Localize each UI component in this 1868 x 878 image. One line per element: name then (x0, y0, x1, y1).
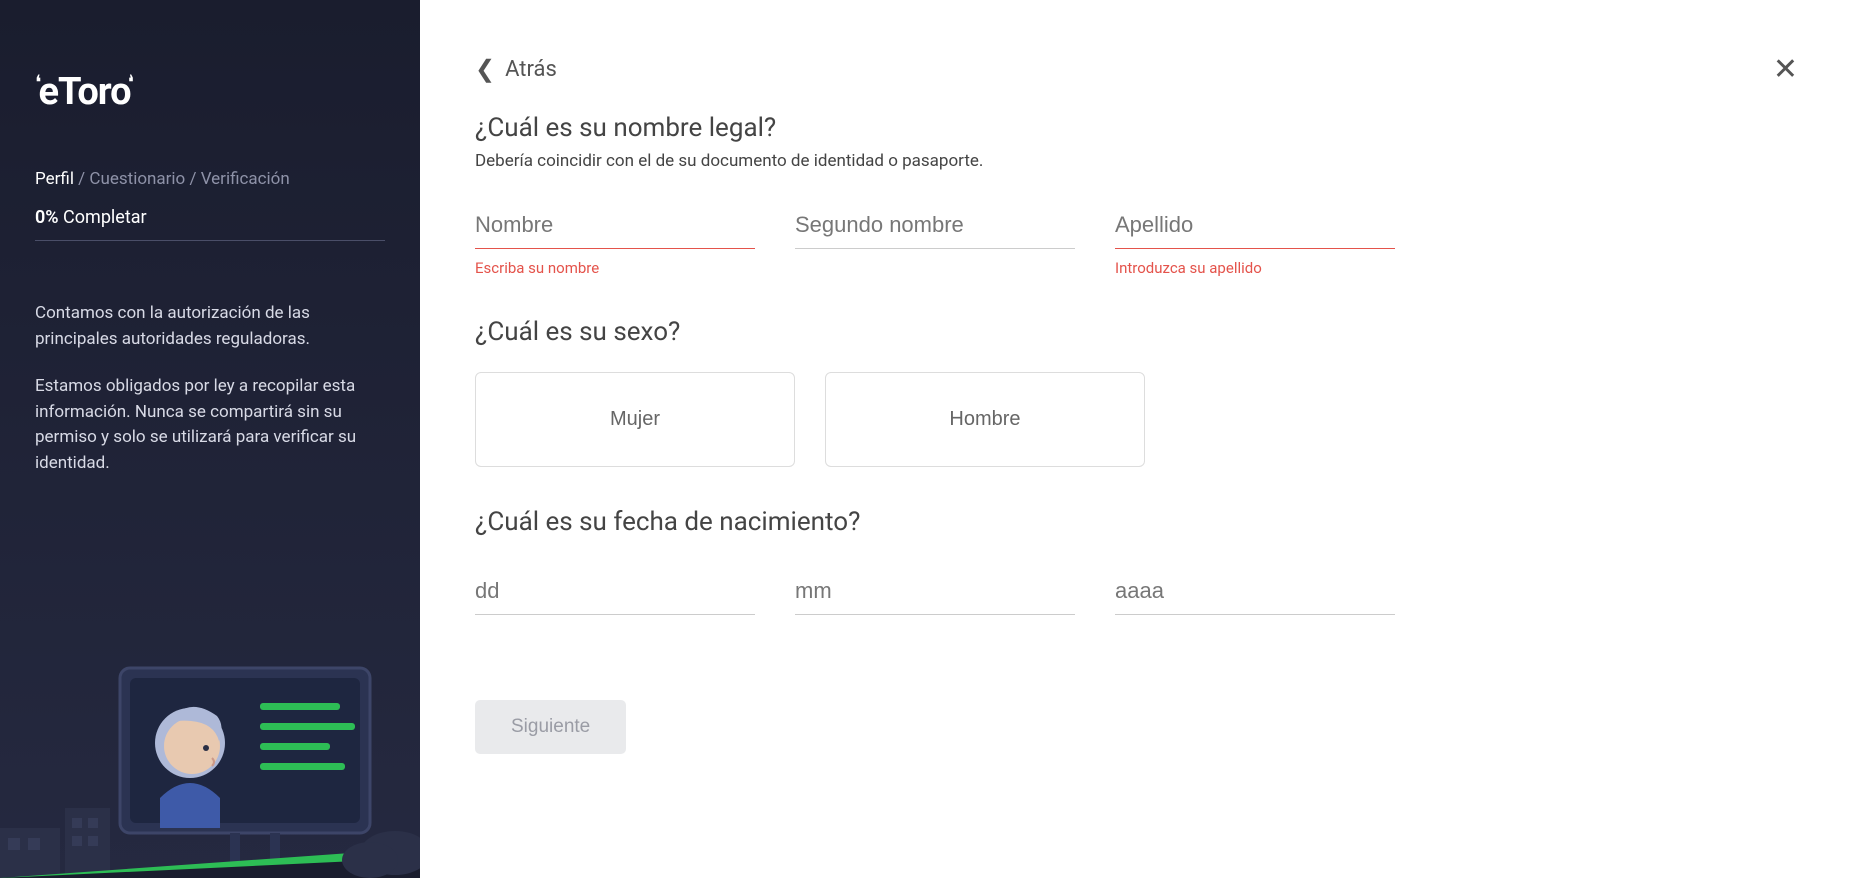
close-button[interactable]: ✕ (1773, 55, 1798, 85)
sidebar-info-2: Estamos obligados por ley a recopilar es… (35, 374, 385, 476)
breadcrumb-verificacion: Verificación (201, 169, 290, 189)
sidebar: ❛eToro❛ Perfil / Cuestionario / Verifica… (0, 0, 420, 878)
middle-name-field (795, 206, 1075, 277)
dob-section: ¿Cuál es su fecha de nacimiento? (475, 507, 1798, 615)
progress-bar (35, 240, 385, 241)
last-name-error: Introduzca su apellido (1115, 259, 1395, 277)
legal-name-subtitle: Debería coincidir con el de su documento… (475, 151, 1798, 171)
first-name-error: Escriba su nombre (475, 259, 755, 277)
dob-year-input[interactable] (1115, 572, 1395, 615)
back-label: Atrás (505, 57, 557, 82)
legal-name-question: ¿Cuál es su nombre legal? (475, 113, 1798, 143)
main-content: ❮ Atrás ✕ ¿Cuál es su nombre legal? Debe… (420, 0, 1868, 878)
progress-percent: 0% (35, 207, 59, 228)
gender-male-button[interactable]: Hombre (825, 372, 1145, 467)
breadcrumb-perfil: Perfil (35, 169, 74, 189)
gender-section: ¿Cuál es su sexo? Mujer Hombre (475, 317, 1798, 467)
breadcrumb: Perfil / Cuestionario / Verificación (35, 169, 385, 189)
last-name-input[interactable] (1115, 206, 1395, 249)
close-icon: ✕ (1773, 52, 1798, 87)
dob-month-input[interactable] (795, 572, 1075, 615)
first-name-input[interactable] (475, 206, 755, 249)
dob-day-input[interactable] (475, 572, 755, 615)
last-name-field: Introduzca su apellido (1115, 206, 1395, 277)
middle-name-input[interactable] (795, 206, 1075, 249)
first-name-field: Escriba su nombre (475, 206, 755, 277)
dob-day-field (475, 572, 755, 615)
gender-female-button[interactable]: Mujer (475, 372, 795, 467)
next-button[interactable]: Siguiente (475, 700, 626, 754)
sidebar-info-1: Contamos con la autorización de las prin… (35, 301, 385, 352)
back-button[interactable]: ❮ Atrás (475, 55, 557, 83)
sidebar-info: Contamos con la autorización de las prin… (35, 301, 385, 476)
breadcrumb-cuestionario: Cuestionario (89, 169, 185, 189)
dob-question: ¿Cuál es su fecha de nacimiento? (475, 507, 1798, 537)
brand-name: eToro (38, 70, 130, 114)
dob-year-field (1115, 572, 1395, 615)
dob-month-field (795, 572, 1075, 615)
legal-name-section: ¿Cuál es su nombre legal? Debería coinci… (475, 113, 1798, 277)
middle-name-error (795, 259, 1075, 277)
gender-question: ¿Cuál es su sexo? (475, 317, 1798, 347)
chevron-left-icon: ❮ (475, 55, 495, 83)
progress-word: Completar (63, 207, 147, 228)
brand-logo: ❛eToro❛ (35, 70, 385, 114)
progress-label: 0% Completar (35, 207, 385, 228)
sidebar-illustration-icon (0, 598, 420, 878)
logo-horn-right-icon: ❛ (129, 70, 134, 94)
